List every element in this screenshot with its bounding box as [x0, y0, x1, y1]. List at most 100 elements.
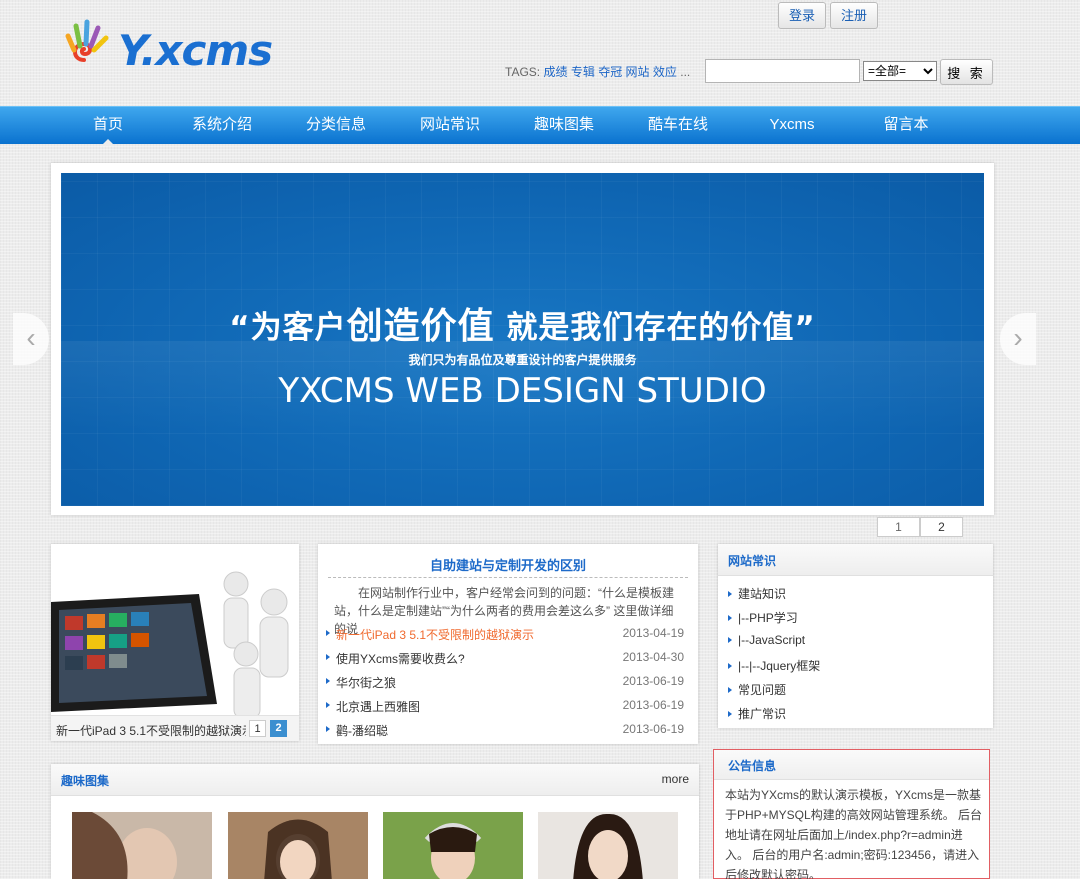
tag-link[interactable]: 成绩 [543, 65, 567, 79]
sidebar-item-label[interactable]: |--JavaScript [738, 633, 805, 647]
bullet-icon [326, 702, 330, 708]
news-row-title[interactable]: 使用YXcms需要收费么? [336, 650, 465, 667]
sidebar-item-label[interactable]: 推广常识 [738, 707, 786, 721]
nav-item-fun-gallery[interactable]: 趣味图集 [514, 107, 614, 145]
sidebar-item[interactable]: 建站知识 [728, 585, 786, 602]
notice-title: 公告信息 [728, 759, 777, 773]
image-caption[interactable]: 新一代iPad 3 5.1不受限制的越狱演示 [56, 722, 246, 739]
sidebar-item[interactable]: |--PHP学习 [728, 609, 798, 626]
site-logo[interactable]: Y.xcms [54, 14, 294, 84]
banner-subline: 我们只为有品位及尊重设计的客户提供服务 [408, 353, 637, 367]
tags-more: ... [680, 65, 691, 79]
auth-buttons: 登录 注册 [778, 2, 879, 29]
image-slider-panel[interactable]: 新一代iPad 3 5.1不受限制的越狱演示 1 2 [51, 544, 299, 741]
news-row[interactable]: 使用YXcms需要收费么? 2013-04-30 [326, 648, 696, 672]
banner-pager: 1 2 [877, 517, 963, 537]
bullet-icon [326, 726, 330, 732]
gallery-more-link[interactable]: more [662, 772, 689, 786]
banner-page-2[interactable]: 2 [920, 517, 963, 537]
sidebar-item[interactable]: |--JavaScript [728, 633, 805, 647]
tag-link[interactable]: 专辑 [571, 65, 595, 79]
bullet-icon [326, 630, 330, 636]
banner-english-title: YXCMS WEB DESIGN STUDIO [278, 371, 767, 411]
news-row-title[interactable]: 华尔街之狼 [336, 674, 396, 691]
logo-text: Y.xcms [118, 26, 273, 75]
search-scope-select[interactable]: =全部= [863, 61, 937, 81]
news-row-title[interactable]: 新一代iPad 3 5.1不受限制的越狱演示 [336, 626, 534, 643]
news-row[interactable]: 北京遇上西雅图 2013-06-19 [326, 696, 696, 720]
tags-label: TAGS: [505, 65, 541, 79]
nav-item-guestbook[interactable]: 留言本 [856, 107, 956, 145]
banner-headline-big: 创造价值 [346, 306, 495, 347]
gallery-title[interactable]: 趣味图集 [61, 772, 109, 789]
register-button[interactable]: 注册 [830, 2, 879, 29]
notice-body: 本站为YXcms的默认演示模板，YXcms是一款基于PHP+MYSQL构建的高效… [725, 788, 983, 879]
news-row[interactable]: 新一代iPad 3 5.1不受限制的越狱演示 2013-04-19 [326, 624, 696, 648]
image-page-2[interactable]: 2 [270, 720, 287, 737]
nav-item-web-knowledge[interactable]: 网站常识 [400, 107, 500, 145]
sidebar-item-label[interactable]: |--PHP学习 [738, 611, 798, 625]
news-row-date: 2013-06-19 [622, 722, 684, 736]
gallery-panel: 趣味图集 more [51, 764, 699, 879]
nav-item-system-intro[interactable]: 系统介绍 [172, 107, 272, 145]
login-button[interactable]: 登录 [778, 2, 827, 29]
notice-panel: 公告信息 本站为YXcms的默认演示模板，YXcms是一款基于PHP+MYSQL… [713, 749, 990, 879]
gallery-thumbnail[interactable] [228, 812, 368, 879]
banner-headline-part2: 就是我们存在的价值” [494, 310, 816, 346]
news-row-title[interactable]: 鹳-潘绍聪 [336, 722, 388, 739]
bullet-icon [326, 654, 330, 660]
web-knowledge-panel: 网站常识 建站知识 |--PHP学习 |--JavaScript |--|--J… [718, 544, 993, 728]
banner-slider: “为客户创造价值 就是我们存在的价值” 我们只为有品位及尊重设计的客户提供服务 … [51, 163, 994, 515]
news-headline[interactable]: 自助建站与定制开发的区别 [318, 555, 698, 574]
banner-headline-part1: “为客户 [229, 310, 347, 346]
bullet-icon [728, 637, 732, 643]
nav-item-category-info[interactable]: 分类信息 [286, 107, 386, 145]
news-row-date: 2013-06-19 [622, 698, 684, 712]
sidebar-item-label[interactable]: |--|--Jquery框架 [738, 659, 820, 673]
web-knowledge-title[interactable]: 网站常识 [728, 552, 776, 569]
banner-prev-arrow[interactable]: ‹ [13, 313, 49, 365]
panel-header: 趣味图集 more [51, 764, 699, 796]
banner-slide[interactable]: “为客户创造价值 就是我们存在的价值” 我们只为有品位及尊重设计的客户提供服务 … [61, 173, 984, 506]
bullet-icon [728, 663, 732, 669]
tag-link[interactable]: 夺冠 [598, 65, 622, 79]
gallery-thumbnail[interactable] [538, 812, 678, 879]
tags-bar: TAGS: 成绩 专辑 夺冠 网站 效应 ... [505, 63, 690, 80]
news-row-date: 2013-06-19 [622, 674, 684, 688]
bullet-icon [728, 687, 732, 693]
search-button[interactable]: 搜 索 [940, 59, 993, 85]
panel-header: 公告信息 [714, 750, 989, 780]
bullet-icon [326, 678, 330, 684]
news-divider [328, 577, 688, 578]
sidebar-item[interactable]: |--|--Jquery框架 [728, 657, 820, 674]
figures-image [223, 571, 289, 719]
tag-link[interactable]: 效应 [653, 65, 677, 79]
gallery-thumbnail[interactable] [383, 812, 523, 879]
panel-header: 网站常识 [718, 544, 993, 576]
tag-link[interactable]: 网站 [626, 65, 650, 79]
gallery-thumbnail[interactable] [72, 812, 212, 879]
image-caption-bar: 新一代iPad 3 5.1不受限制的越狱演示 1 2 [51, 715, 299, 741]
nav-item-yxcms[interactable]: Yxcms [742, 107, 842, 145]
sidebar-item-label[interactable]: 建站知识 [738, 587, 786, 601]
bullet-icon [728, 615, 732, 621]
logo-swirl-icon [65, 19, 109, 62]
news-row[interactable]: 鹳-潘绍聪 2013-06-19 [326, 720, 696, 744]
banner-page-1[interactable]: 1 [877, 517, 920, 537]
sidebar-item[interactable]: 推广常识 [728, 705, 786, 722]
news-row-title[interactable]: 北京遇上西雅图 [336, 698, 420, 715]
news-row-date: 2013-04-30 [622, 650, 684, 664]
sidebar-item[interactable]: 常见问题 [728, 681, 786, 698]
nav-item-cool-cars[interactable]: 酷车在线 [628, 107, 728, 145]
nav-item-home[interactable]: 首页 [58, 107, 158, 146]
sidebar-item-label[interactable]: 常见问题 [738, 683, 786, 697]
banner-next-arrow[interactable]: › [1000, 313, 1036, 365]
news-row[interactable]: 华尔街之狼 2013-06-19 [326, 672, 696, 696]
image-page-1[interactable]: 1 [249, 720, 266, 737]
main-nav: 首页 系统介绍 分类信息 网站常识 趣味图集 酷车在线 Yxcms 留言本 [0, 106, 1080, 146]
news-panel: 自助建站与定制开发的区别 在网站制作行业中，客户经常会问到的问题：“什么是模板建… [318, 544, 698, 744]
bullet-icon [728, 591, 732, 597]
tablet-image [51, 594, 217, 712]
search-input[interactable] [705, 59, 860, 83]
news-row-date: 2013-04-19 [622, 626, 684, 640]
